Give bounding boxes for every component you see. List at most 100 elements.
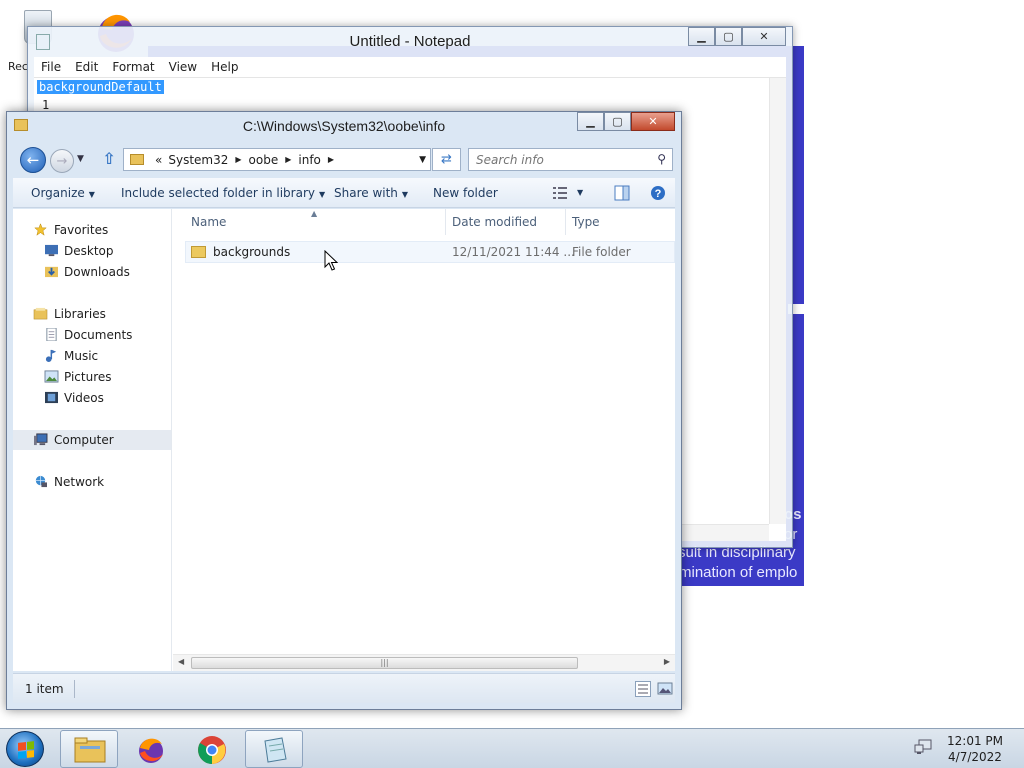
- notepad-maximize-button[interactable]: ▢: [715, 27, 742, 46]
- desktop-icon: [45, 244, 58, 257]
- navigation-pane: Favorites Desktop Downloads Libraries Do…: [13, 209, 172, 671]
- explorer-close-button[interactable]: ✕: [631, 112, 675, 131]
- taskbar-chrome-button[interactable]: [183, 730, 241, 768]
- navigation-bar: ← → ▼ ⇧ « System32 ▶ oobe ▶ info ▶ ▼ ⇄ ⚲: [7, 145, 681, 175]
- search-icon[interactable]: ⚲: [657, 152, 666, 166]
- nav-item-libraries[interactable]: Libraries: [13, 304, 171, 324]
- explorer-window[interactable]: C:\Windows\System32\oobe\info ▁ ▢ ✕ ← → …: [6, 111, 682, 710]
- breadcrumb-overflow[interactable]: «: [155, 153, 162, 167]
- scrollbar-thumb[interactable]: |||: [191, 657, 578, 669]
- nav-item-computer[interactable]: Computer: [13, 430, 171, 450]
- firefox-icon: [139, 738, 163, 763]
- notepad-minimize-button[interactable]: ▁: [688, 27, 715, 46]
- breadcrumb-info[interactable]: info: [298, 153, 321, 167]
- sort-ascending-icon: ▲: [311, 209, 318, 218]
- new-folder-button[interactable]: New folder: [433, 178, 498, 208]
- taskbar-explorer-button[interactable]: [60, 730, 118, 768]
- nav-item-documents[interactable]: Documents: [13, 325, 171, 345]
- network-status-icon[interactable]: [914, 739, 932, 755]
- nav-label: Libraries: [54, 307, 106, 321]
- command-bar: Organize ▼ Include selected folder in lib…: [13, 178, 675, 208]
- clock-date: 4/7/2022: [948, 750, 1002, 764]
- computer-icon: [34, 433, 48, 446]
- address-dropdown-icon[interactable]: ▼: [419, 155, 426, 165]
- organize-button[interactable]: Organize ▼: [31, 178, 95, 208]
- menu-help[interactable]: Help: [204, 60, 245, 74]
- recent-pages-dropdown-icon[interactable]: ▼: [77, 154, 84, 164]
- nav-label: Documents: [64, 328, 133, 342]
- recycle-bin-label: Rec: [8, 60, 28, 73]
- refresh-icon[interactable]: ⇄: [432, 148, 461, 171]
- star-icon: [34, 223, 47, 236]
- nav-item-music[interactable]: Music: [13, 346, 171, 366]
- file-list: Name ▲ Date modified Type backgrounds 12…: [173, 209, 675, 671]
- nav-item-network[interactable]: Network: [13, 472, 171, 492]
- menu-edit[interactable]: Edit: [68, 60, 105, 74]
- change-view-icon[interactable]: [552, 185, 568, 201]
- search-box[interactable]: ⚲: [468, 148, 673, 171]
- column-header-date-modified[interactable]: Date modified: [452, 209, 537, 235]
- taskbar-notepad-button[interactable]: [245, 730, 303, 768]
- include-label: Include selected folder in library: [121, 186, 315, 200]
- forward-arrow-icon[interactable]: →: [50, 149, 74, 173]
- share-with-button[interactable]: Share with ▼: [334, 178, 408, 208]
- file-date: 12/11/2021 11:44 ...: [452, 245, 575, 259]
- explorer-body: Favorites Desktop Downloads Libraries Do…: [13, 209, 675, 671]
- mouse-cursor-icon: [324, 250, 338, 271]
- nav-item-favorites[interactable]: Favorites: [13, 220, 171, 240]
- table-row[interactable]: backgrounds 12/11/2021 11:44 ... File fo…: [185, 241, 675, 263]
- explorer-maximize-button[interactable]: ▢: [604, 112, 631, 131]
- notepad-close-button[interactable]: ✕: [742, 27, 786, 46]
- network-icon: [35, 475, 47, 488]
- item-count: 1 item: [25, 682, 64, 696]
- folder-icon: [191, 246, 206, 258]
- taskbar-firefox-button[interactable]: [122, 730, 180, 768]
- nav-item-videos[interactable]: Videos: [13, 388, 171, 408]
- search-input[interactable]: [469, 149, 639, 170]
- nav-label: Favorites: [54, 223, 109, 237]
- chevron-right-icon[interactable]: ▶: [328, 155, 334, 164]
- menu-view[interactable]: View: [162, 60, 204, 74]
- menu-format[interactable]: Format: [105, 60, 161, 74]
- text-line: 1: [42, 98, 50, 112]
- scroll-left-icon[interactable]: ◀: [178, 657, 184, 666]
- scroll-right-icon[interactable]: ▶: [664, 657, 670, 666]
- view-options-dropdown-icon[interactable]: ▼: [577, 178, 583, 208]
- nav-item-downloads[interactable]: Downloads: [13, 262, 171, 282]
- start-button[interactable]: [6, 731, 44, 767]
- help-icon[interactable]: ?: [650, 185, 666, 201]
- horizontal-scrollbar[interactable]: ◀ ||| ▶: [173, 654, 675, 671]
- include-in-library-button[interactable]: Include selected folder in library ▼: [121, 178, 325, 208]
- downloads-folder-icon: [45, 266, 58, 278]
- videos-icon: [45, 391, 58, 404]
- column-header-type[interactable]: Type: [572, 209, 600, 235]
- back-arrow-icon[interactable]: ←: [20, 147, 46, 173]
- new-folder-label: New folder: [433, 186, 498, 200]
- nav-label: Computer: [54, 433, 114, 447]
- notepad-icon: [264, 737, 287, 763]
- chevron-right-icon[interactable]: ▶: [235, 155, 241, 164]
- details-view-icon[interactable]: [635, 681, 651, 697]
- selected-text: backgroundDefault: [37, 80, 164, 94]
- nav-label: Music: [64, 349, 99, 363]
- nav-label: Downloads: [64, 265, 130, 279]
- large-icons-view-icon[interactable]: [657, 681, 673, 697]
- explorer-minimize-button[interactable]: ▁: [577, 112, 604, 131]
- column-header-name[interactable]: Name: [191, 209, 226, 235]
- breadcrumb-system32[interactable]: System32: [168, 153, 228, 167]
- file-explorer-icon: [74, 737, 106, 763]
- chevron-right-icon[interactable]: ▶: [285, 155, 291, 164]
- notepad-vertical-scrollbar[interactable]: [769, 78, 786, 524]
- breadcrumb-oobe[interactable]: oobe: [249, 153, 279, 167]
- address-bar[interactable]: « System32 ▶ oobe ▶ info ▶ ▼: [123, 148, 431, 171]
- nav-label: Desktop: [64, 244, 114, 258]
- nav-item-desktop[interactable]: Desktop: [13, 241, 171, 261]
- documents-icon: [46, 328, 57, 341]
- menu-file[interactable]: File: [34, 60, 68, 74]
- background-text-line: rmination of emplo: [674, 564, 798, 581]
- nav-item-pictures[interactable]: Pictures: [13, 367, 171, 387]
- pictures-icon: [44, 370, 59, 383]
- up-arrow-icon[interactable]: ⇧: [99, 149, 119, 171]
- preview-pane-icon[interactable]: [614, 185, 630, 201]
- system-clock[interactable]: 12:01 PM 4/7/2022: [940, 733, 1010, 765]
